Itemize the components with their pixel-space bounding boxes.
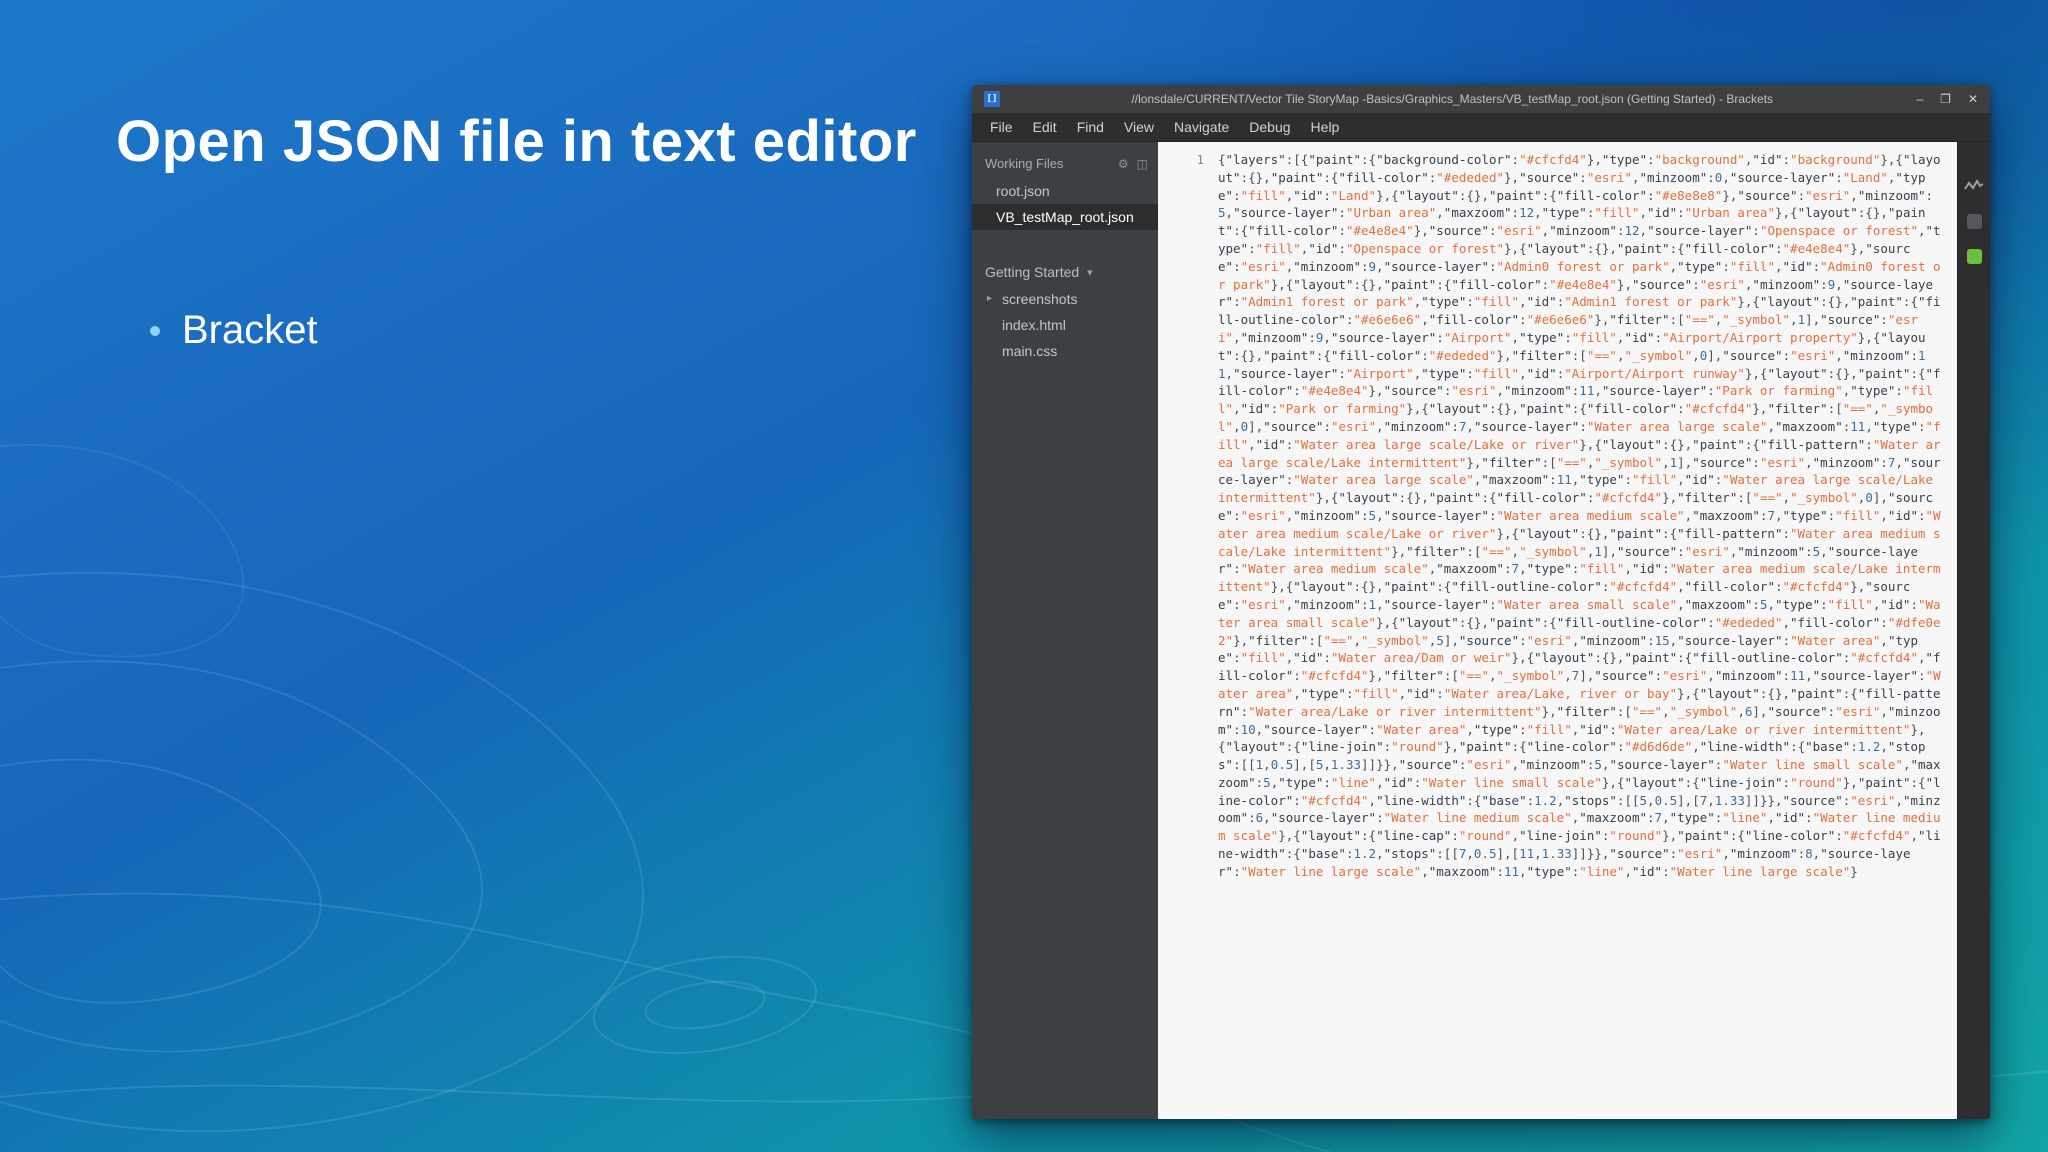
brackets-window: [] //lonsdale/CURRENT/Vector Tile StoryM… <box>972 85 1990 1119</box>
menu-item-debug[interactable]: Debug <box>1239 115 1300 139</box>
working-files-header: Working Files ⚙ ◫ <box>972 150 1158 178</box>
project-dropdown[interactable]: Getting Started ▾ <box>972 258 1158 286</box>
gear-icon[interactable]: ⚙ <box>1118 157 1129 171</box>
window-title: //lonsdale/CURRENT/Vector Tile StoryMap … <box>1131 92 1774 106</box>
working-file-vb-testmap-root-json[interactable]: VB_testMap_root.json <box>972 204 1158 230</box>
tree-item-label: screenshots <box>1002 291 1078 307</box>
menu-bar: File Edit Find View Navigate Debug Help <box>972 113 1990 142</box>
menu-item-edit[interactable]: Edit <box>1023 115 1067 139</box>
toolbar-rail <box>1957 142 1990 1119</box>
split-view-icon[interactable]: ◫ <box>1137 157 1148 171</box>
window-controls: – ❐ ✕ <box>1916 93 1978 105</box>
bullet-dot <box>150 325 160 336</box>
close-icon[interactable]: ✕ <box>1968 93 1978 105</box>
page-title: Open JSON file in text editor <box>116 109 917 174</box>
tree-item-screenshots[interactable]: ▸ screenshots <box>972 286 1158 312</box>
window-titlebar[interactable]: [] //lonsdale/CURRENT/Vector Tile StoryM… <box>972 85 1990 113</box>
sidebar: Working Files ⚙ ◫ root.json VB_testMap_r… <box>972 142 1158 1119</box>
line-number-gutter: 1 <box>1158 142 1216 1119</box>
line-number: 1 <box>1196 152 1204 167</box>
maximize-icon[interactable]: ❐ <box>1940 93 1951 105</box>
minimize-icon[interactable]: – <box>1916 93 1923 105</box>
working-file-root-json[interactable]: root.json <box>972 178 1158 204</box>
window-main: Working Files ⚙ ◫ root.json VB_testMap_r… <box>972 142 1990 1119</box>
tree-item-label: index.html <box>1002 317 1066 333</box>
working-files-label: Working Files <box>985 156 1064 171</box>
menu-item-file[interactable]: File <box>980 115 1023 139</box>
menu-item-navigate[interactable]: Navigate <box>1164 115 1239 139</box>
live-data-graph-icon[interactable] <box>1964 178 1984 194</box>
extension-icon[interactable] <box>1966 214 1982 229</box>
menu-item-find[interactable]: Find <box>1067 115 1114 139</box>
chevron-down-icon: ▾ <box>1087 266 1093 279</box>
slide-background: Open JSON file in text editor Bracket []… <box>0 0 2048 1152</box>
brackets-logo-icon: [] <box>984 91 1000 107</box>
working-files-actions: ⚙ ◫ <box>1118 157 1148 171</box>
tree-item-label: main.css <box>1002 343 1058 359</box>
bullet-item: Bracket <box>150 308 318 353</box>
tree-item-main-css[interactable]: main.css <box>972 338 1158 364</box>
menu-item-help[interactable]: Help <box>1301 115 1350 139</box>
code-editor: 1 {"layers":[{"paint":{"background-color… <box>1158 142 1957 1119</box>
bullet-label: Bracket <box>182 308 318 352</box>
project-name-label: Getting Started <box>985 264 1080 280</box>
tree-item-index-html[interactable]: index.html <box>972 312 1158 338</box>
chevron-right-icon: ▸ <box>987 293 993 304</box>
extension-manager-icon[interactable] <box>1966 249 1982 264</box>
code-text[interactable]: {"layers":[{"paint":{"background-color":… <box>1216 142 1957 1119</box>
menu-item-view[interactable]: View <box>1114 115 1164 139</box>
